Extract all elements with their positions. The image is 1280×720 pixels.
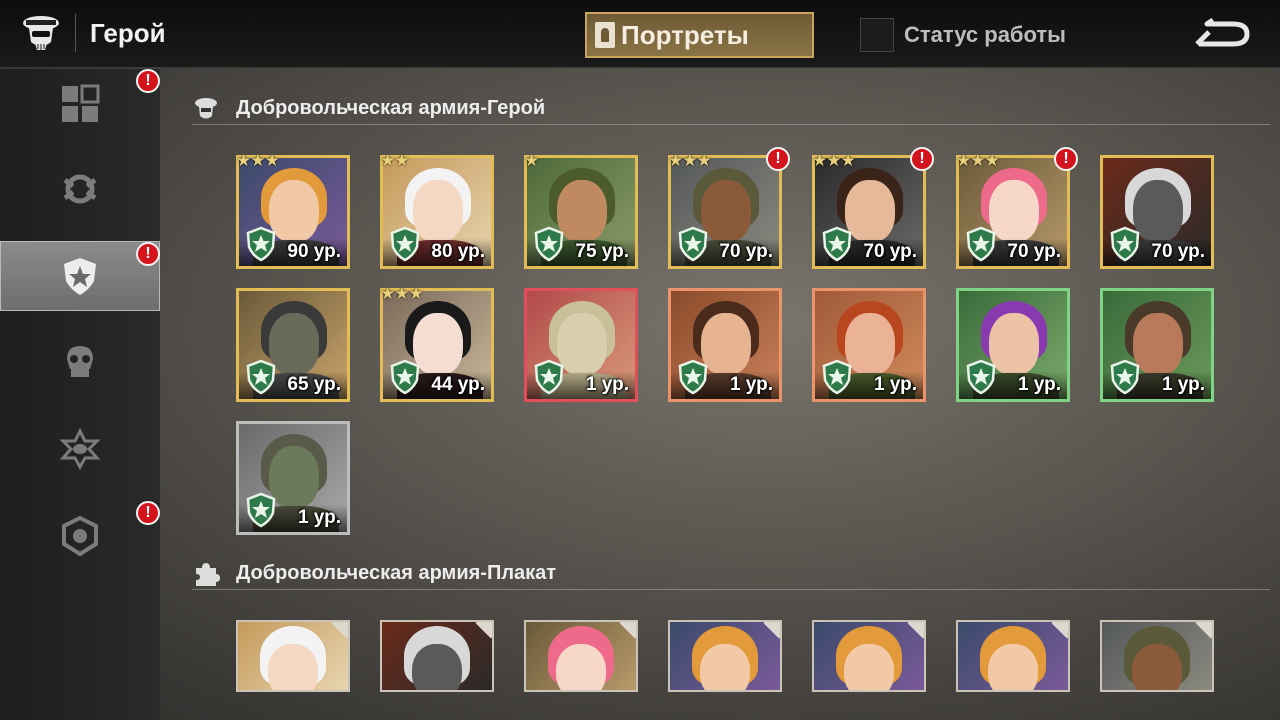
hero-card[interactable]: 70 ур. <box>1100 155 1214 269</box>
poster-card[interactable] <box>668 620 782 692</box>
hero-level: 1 ур. <box>729 374 773 395</box>
hero-level: 90 ур. <box>287 241 341 262</box>
sidebar-item-skills[interactable] <box>0 414 160 484</box>
sidebar: ! ! ! <box>0 69 160 720</box>
hero-level: 65 ур. <box>287 374 341 395</box>
gear-wrench-icon <box>63 174 97 204</box>
shield-star-icon <box>246 226 276 262</box>
hero-card[interactable]: 1 ур. <box>812 288 926 402</box>
hero-level: 1 ур. <box>297 507 341 528</box>
hero-level: 70 ур. <box>863 241 917 262</box>
hero-level: 44 ур. <box>431 374 485 395</box>
hero-stars: ★★★ <box>668 151 712 170</box>
top-bar: Герой Портреты Статус работы <box>0 0 1280 68</box>
poster-card[interactable] <box>380 620 494 692</box>
hero-card[interactable]: 70 ур. <box>668 155 782 269</box>
star-eye-icon <box>59 428 101 470</box>
poster-card[interactable] <box>956 620 1070 692</box>
poster-card[interactable] <box>812 620 926 692</box>
shield-star-icon <box>390 359 420 395</box>
hero-level: 80 ур. <box>431 241 485 262</box>
shield-star-icon <box>678 226 708 262</box>
hero-level: 70 ур. <box>1007 241 1061 262</box>
sidebar-alert-badge: ! <box>136 501 160 525</box>
hero-stars: ★★★ <box>812 151 856 170</box>
hero-stars: ★★★ <box>236 151 280 170</box>
skull-icon <box>67 346 93 377</box>
sidebar-alert-badge: ! <box>136 69 160 93</box>
portrait-icon <box>595 22 615 48</box>
shield-star-icon <box>64 258 96 295</box>
hero-card[interactable]: 1 ур. <box>956 288 1070 402</box>
page-title: Герой <box>90 18 166 48</box>
hero-card[interactable]: 1 ур. <box>1100 288 1214 402</box>
shield-star-icon <box>534 359 564 395</box>
shield-star-icon <box>678 359 708 395</box>
shield-star-icon <box>1110 226 1140 262</box>
hero-stars: ★★★ <box>956 151 1000 170</box>
soldier-icon <box>195 98 217 119</box>
hero-level: 70 ур. <box>1151 241 1205 262</box>
shield-star-icon <box>822 359 852 395</box>
hero-stars: ★★★ <box>380 284 424 303</box>
hero-card[interactable]: 70 ур. <box>956 155 1070 269</box>
hero-alert-badge: ! <box>766 147 790 171</box>
poster-card[interactable] <box>1100 620 1214 692</box>
poster-card[interactable] <box>524 620 638 692</box>
hero-card[interactable]: 90 ур. <box>236 155 350 269</box>
shield-star-icon <box>966 226 996 262</box>
hero-level: 1 ур. <box>1161 374 1205 395</box>
section-header-heroes: Добровольческая армия-Герой <box>192 95 1270 125</box>
back-arrow-icon[interactable] <box>1193 18 1251 50</box>
work-status-toggle[interactable]: Статус работы <box>860 18 1066 52</box>
hero-stars: ★★ <box>380 151 410 170</box>
sidebar-item-equipment[interactable] <box>0 154 160 224</box>
section-header-posters: Добровольческая армия-Плакат <box>192 560 1270 590</box>
section-title-heroes: Добровольческая армия-Герой <box>236 97 546 119</box>
shield-star-icon <box>1110 359 1140 395</box>
skull-soldier-logo-icon <box>23 16 59 50</box>
hero-alert-badge: ! <box>1054 147 1078 171</box>
hero-level: 1 ур. <box>1017 374 1061 395</box>
hero-level: 75 ур. <box>575 241 629 262</box>
shield-star-icon <box>390 226 420 262</box>
tab-portraits[interactable]: Портреты <box>585 12 814 58</box>
work-status-label: Статус работы <box>904 22 1066 47</box>
hero-card[interactable]: 1 ур. <box>236 421 350 535</box>
shield-star-icon <box>822 226 852 262</box>
hero-card[interactable]: 65 ур. <box>236 288 350 402</box>
work-status-checkbox[interactable] <box>860 18 894 52</box>
hero-level: 1 ур. <box>873 374 917 395</box>
hero-alert-badge: ! <box>910 147 934 171</box>
shield-star-icon <box>966 359 996 395</box>
title-divider <box>75 14 76 52</box>
grid-icon <box>62 84 100 122</box>
tab-portraits-label: Портреты <box>621 19 749 50</box>
hero-card[interactable]: 75 ур. <box>524 155 638 269</box>
hero-card[interactable]: 1 ур. <box>524 288 638 402</box>
shield-star-icon <box>534 226 564 262</box>
hero-level: 70 ур. <box>719 241 773 262</box>
hero-card[interactable]: 80 ур. <box>380 155 494 269</box>
hero-card[interactable]: 1 ур. <box>668 288 782 402</box>
sidebar-alert-badge: ! <box>136 242 160 266</box>
section-title-posters: Добровольческая армия-Плакат <box>236 562 557 584</box>
hero-card[interactable]: 44 ур. <box>380 288 494 402</box>
hero-level: 1 ур. <box>585 374 629 395</box>
shield-star-icon <box>246 359 276 395</box>
hero-card[interactable]: 70 ур. <box>812 155 926 269</box>
puzzle-icon <box>196 563 220 586</box>
shield-star-icon <box>246 492 276 528</box>
helmet-icon <box>62 515 98 557</box>
sidebar-item-enemies[interactable] <box>0 327 160 397</box>
hero-stars: ★ <box>524 151 539 170</box>
poster-card[interactable] <box>236 620 350 692</box>
